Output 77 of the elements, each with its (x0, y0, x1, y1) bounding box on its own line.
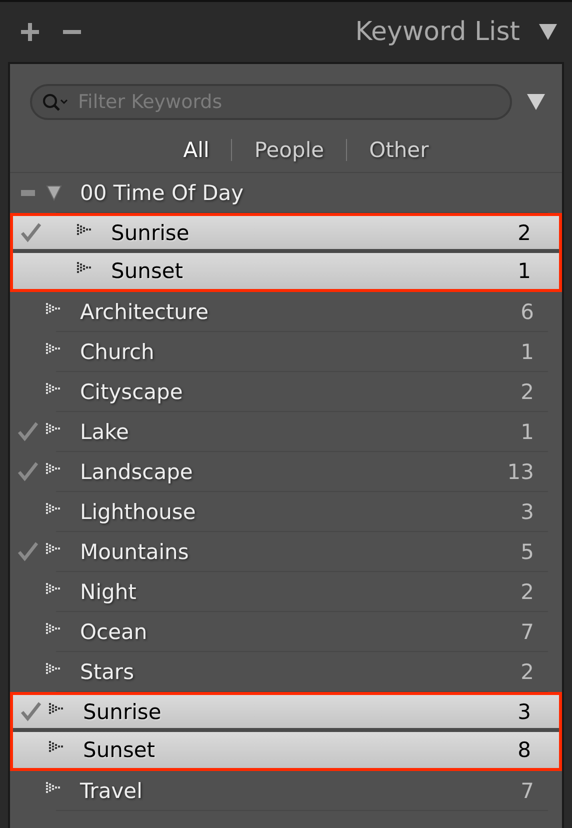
keyword-count: 1 (520, 340, 534, 364)
keyword-tag-icon (46, 663, 60, 675)
keyword-tag-icon (46, 623, 60, 635)
keyword-name: Architecture (80, 300, 209, 324)
keyword-count: 7 (520, 620, 534, 644)
keyword-name: Sunset (111, 259, 184, 283)
keyword-tag-icon (46, 782, 60, 794)
keyword-tag-icon (46, 383, 60, 395)
keyword-tag-icon (46, 303, 60, 315)
keyword-name: Stars (80, 660, 134, 684)
keyword-name: Sunrise (83, 700, 162, 724)
keyword-count: 2 (520, 660, 534, 684)
checkmark-icon[interactable] (20, 700, 42, 722)
keyword-row[interactable]: Cityscape 2 (10, 372, 562, 412)
keyword-name: Night (80, 580, 136, 604)
keyword-tag-icon (49, 702, 63, 714)
keyword-row[interactable]: Lighthouse 3 (10, 492, 562, 532)
keyword-row[interactable]: Lake 1 (10, 412, 562, 452)
keyword-count: 3 (518, 700, 531, 724)
filter-menu-triangle-icon[interactable] (526, 92, 546, 112)
keyword-name: Lighthouse (80, 500, 196, 524)
keyword-name: 00 Time Of Day (80, 181, 244, 205)
keyword-row[interactable]: Sunset 8 (13, 732, 559, 771)
keyword-row[interactable]: Architecture 6 (10, 292, 562, 332)
keyword-row[interactable]: Mountains 5 (10, 532, 562, 572)
keyword-name: Ocean (80, 620, 148, 644)
keyword-name: Sunrise (111, 220, 190, 244)
keyword-tag-icon (77, 262, 91, 274)
checkmark-icon[interactable] (17, 461, 39, 483)
filter-tab[interactable]: People (254, 138, 324, 162)
keyword-tag-icon (46, 503, 60, 515)
checkmark-icon[interactable] (17, 541, 39, 563)
keyword-count: 2 (520, 580, 534, 604)
keyword-tag-icon (46, 543, 60, 555)
keyword-tag-icon (49, 741, 63, 753)
expand-triangle-icon[interactable] (46, 185, 62, 201)
keyword-count: 1 (518, 259, 531, 283)
keyword-tag-icon (77, 224, 91, 236)
keyword-row[interactable]: Sunrise 2 (13, 213, 559, 253)
keyword-row[interactable]: Sunrise 3 (13, 692, 559, 732)
keyword-name: Mountains (80, 540, 189, 564)
keyword-row[interactable]: Travel 7 (10, 771, 562, 811)
keyword-count: 1 (520, 420, 534, 444)
checkmark-icon[interactable] (17, 421, 39, 443)
keyword-row[interactable]: Sunset 1 (13, 253, 559, 292)
keyword-row[interactable]: Ocean 7 (10, 612, 562, 652)
keyword-count: 6 (520, 300, 534, 324)
keyword-tag-icon (46, 423, 60, 435)
filter-tab[interactable]: All (183, 138, 210, 162)
keyword-tag-icon (46, 583, 60, 595)
panel-title: Keyword List (355, 17, 520, 47)
keyword-count: 3 (520, 500, 534, 524)
keyword-count: 5 (520, 540, 534, 564)
keyword-row[interactable]: 00 Time Of Day (10, 173, 562, 213)
keyword-name: Church (80, 340, 154, 364)
keyword-row[interactable]: Church 1 (10, 332, 562, 372)
search-icon[interactable] (42, 93, 70, 113)
keyword-name: Travel (80, 779, 142, 803)
keyword-row[interactable]: Landscape 13 (10, 452, 562, 492)
keyword-row[interactable]: Stars 2 (10, 652, 562, 692)
keyword-name: Lake (80, 420, 129, 444)
keyword-tag-icon (46, 463, 60, 475)
keyword-count: 8 (518, 738, 531, 762)
checkmark-icon[interactable] (20, 222, 42, 244)
add-icon[interactable] (18, 20, 42, 44)
keyword-tag-icon (46, 343, 60, 355)
keyword-name: Landscape (80, 460, 193, 484)
keyword-count: 2 (518, 220, 531, 244)
filter-tab[interactable]: Other (369, 138, 429, 162)
keyword-count: 13 (507, 460, 534, 484)
keyword-count: 7 (520, 779, 534, 803)
collapse-triangle-icon[interactable] (538, 22, 558, 42)
keyword-name: Sunset (83, 738, 156, 762)
keyword-name: Cityscape (80, 380, 183, 404)
keyword-count: 2 (520, 380, 534, 404)
partial-check-icon[interactable] (21, 190, 35, 196)
keyword-row[interactable]: Night 2 (10, 572, 562, 612)
